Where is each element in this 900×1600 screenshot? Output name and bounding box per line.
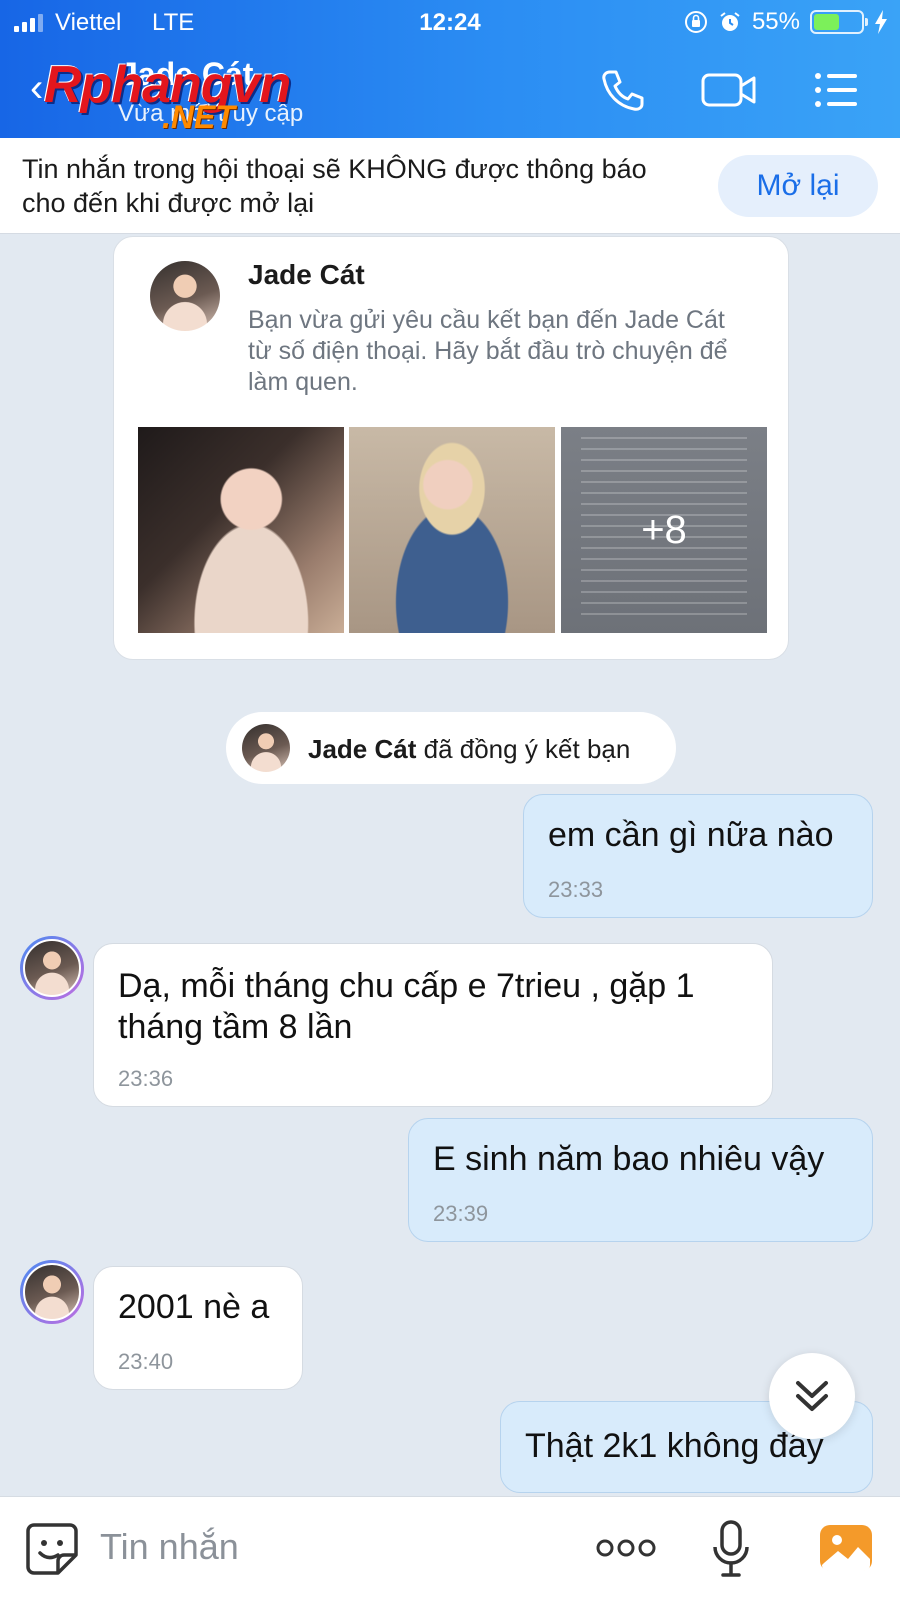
message-input[interactable] bbox=[100, 1521, 540, 1573]
alarm-icon bbox=[720, 12, 740, 31]
profile-card-name[interactable]: Jade Cát bbox=[248, 259, 365, 291]
sticker-icon[interactable] bbox=[24, 1521, 80, 1577]
friend-accepted-notice: Jade Cát đã đồng ý kết bạn bbox=[226, 712, 676, 784]
message-bubble-sent[interactable]: E sinh năm bao nhiêu vậy 23:39 bbox=[408, 1118, 873, 1242]
message-bubble-received[interactable]: 2001 nè a 23:40 bbox=[93, 1266, 303, 1390]
top-bar: Viettel LTE 12:24 55% ‹ Jade Cát Vừa mới… bbox=[0, 0, 900, 138]
more-dots-icon[interactable] bbox=[596, 1533, 656, 1563]
message-text: 2001 nè a bbox=[118, 1288, 270, 1326]
friend-accepted-message: đã đồng ý kết bạn bbox=[416, 734, 631, 764]
charging-bolt-icon bbox=[875, 10, 887, 34]
battery-percent: 55% bbox=[751, 8, 800, 35]
sender-avatar[interactable] bbox=[20, 936, 84, 1000]
watermark-sub-text: .NET bbox=[162, 99, 235, 135]
image-gallery-icon[interactable] bbox=[818, 1519, 874, 1575]
message-time: 23:36 bbox=[118, 1066, 174, 1091]
profile-card-description: Bạn vừa gửi yêu cầu kết bạn đến Jade Cát… bbox=[248, 306, 728, 396]
message-bubble-sent[interactable]: em cần gì nữa nào 23:33 bbox=[523, 794, 873, 918]
more-photos-count: +8 bbox=[641, 508, 687, 552]
microphone-icon[interactable] bbox=[710, 1519, 752, 1579]
message-text: Dạ, mỗi tháng chu cấp e 7trieu , gặp 1 t… bbox=[118, 967, 695, 1046]
watermark-logo: Rphangvn .NET bbox=[44, 55, 334, 135]
avatar bbox=[242, 724, 290, 772]
avatar[interactable] bbox=[150, 261, 220, 331]
avatar bbox=[23, 939, 81, 997]
reopen-notifications-button[interactable]: Mở lại bbox=[718, 155, 878, 217]
friend-accepted-name: Jade Cát bbox=[308, 734, 417, 764]
avatar bbox=[23, 1263, 81, 1321]
friend-accepted-text: Jade Cát đã đồng ý kết bạn bbox=[308, 734, 630, 765]
battery-icon bbox=[810, 10, 868, 34]
phone-icon[interactable] bbox=[598, 66, 646, 114]
profile-card: Jade Cát Bạn vừa gửi yêu cầu kết bạn đến… bbox=[113, 236, 789, 660]
profile-photo-2[interactable] bbox=[349, 427, 555, 633]
message-time: 23:33 bbox=[548, 877, 604, 902]
video-call-icon[interactable] bbox=[700, 66, 758, 114]
profile-photo-1[interactable] bbox=[138, 427, 344, 633]
status-right-group: 55% bbox=[684, 8, 888, 36]
message-input-bar bbox=[0, 1496, 900, 1600]
message-text: em cần gì nữa nào bbox=[548, 816, 834, 854]
mute-notice-banner: Tin nhắn trong hội thoại sẽ KHÔNG được t… bbox=[0, 138, 900, 234]
chevron-double-down-icon bbox=[796, 1381, 828, 1411]
message-text: E sinh năm bao nhiêu vậy bbox=[433, 1140, 825, 1178]
message-time: 23:40 bbox=[118, 1349, 174, 1374]
message-time: 23:39 bbox=[433, 1201, 489, 1226]
message-bubble-received[interactable]: Dạ, mỗi tháng chu cấp e 7trieu , gặp 1 t… bbox=[93, 943, 773, 1107]
sender-avatar[interactable] bbox=[20, 1260, 84, 1324]
mute-notice-text: Tin nhắn trong hội thoại sẽ KHÔNG được t… bbox=[22, 154, 647, 218]
rotation-lock-icon bbox=[684, 11, 707, 33]
back-button[interactable]: ‹ bbox=[30, 68, 43, 108]
status-bar: Viettel LTE 12:24 55% bbox=[0, 0, 900, 46]
menu-list-icon[interactable] bbox=[812, 66, 860, 114]
scroll-to-bottom-button[interactable] bbox=[769, 1353, 855, 1439]
profile-photo-3[interactable]: +8 bbox=[561, 427, 767, 633]
